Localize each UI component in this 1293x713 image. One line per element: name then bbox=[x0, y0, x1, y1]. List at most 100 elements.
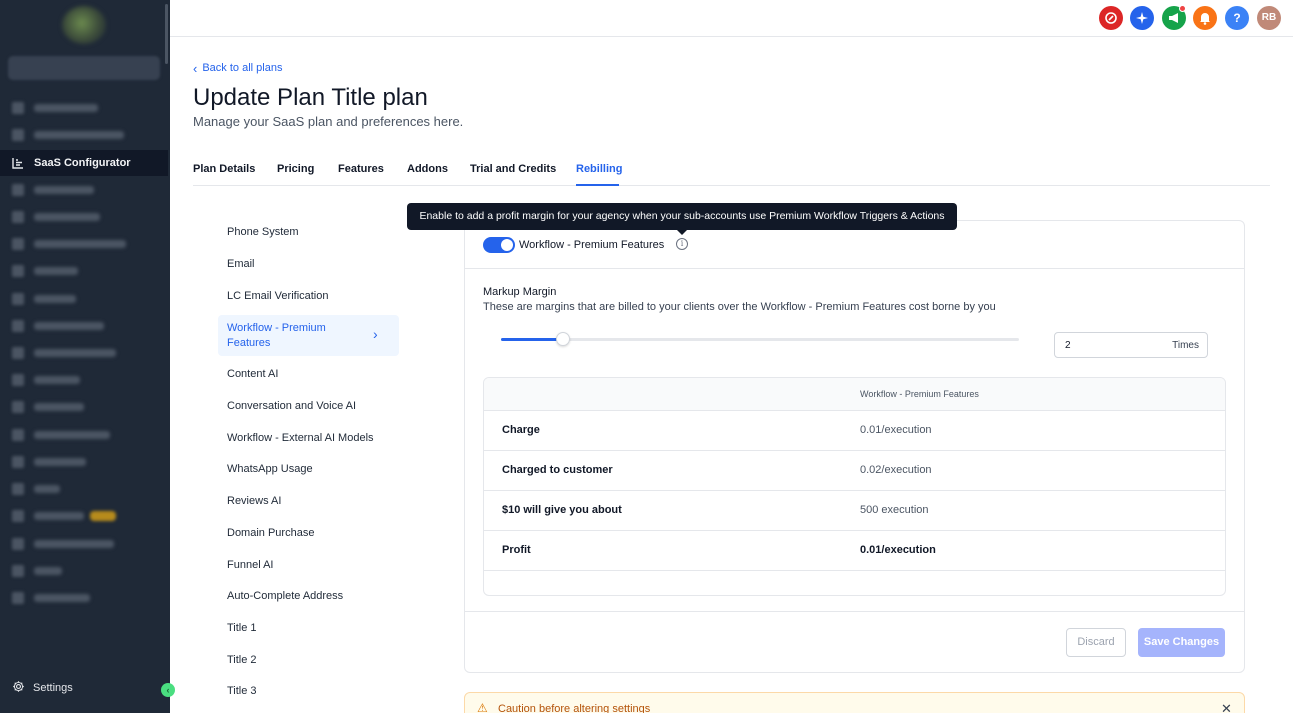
discard-button[interactable]: Discard bbox=[1066, 628, 1126, 657]
chevron-right-icon: › bbox=[373, 326, 378, 342]
feature-item-workflow-external-ai[interactable]: Workflow - External AI Models bbox=[227, 432, 374, 444]
blurred-icon bbox=[12, 401, 24, 413]
sidebar: SaaS Configurator Settings ‹ bbox=[0, 0, 175, 713]
user-avatar[interactable]: RB bbox=[1257, 6, 1281, 30]
column-header: Workflow - Premium Features bbox=[860, 389, 979, 399]
row-value: 500 execution bbox=[860, 504, 929, 516]
sidebar-item[interactable] bbox=[0, 449, 168, 475]
bar-chart-icon bbox=[12, 157, 24, 169]
active-tab-indicator bbox=[576, 184, 619, 186]
tab-pricing[interactable]: Pricing bbox=[277, 163, 314, 175]
premium-features-toggle[interactable] bbox=[483, 237, 515, 253]
feature-item-whatsapp-usage[interactable]: WhatsApp Usage bbox=[227, 463, 313, 475]
sidebar-item-settings[interactable]: Settings bbox=[12, 680, 73, 696]
blurred-icon bbox=[12, 429, 24, 441]
feature-item-workflow-premium[interactable]: Workflow - Premium Features › bbox=[218, 315, 399, 356]
markup-slider[interactable] bbox=[501, 332, 1019, 346]
sidebar-item[interactable] bbox=[0, 313, 168, 339]
save-changes-button[interactable]: Save Changes bbox=[1138, 628, 1225, 657]
table-row: Charge 0.01/execution bbox=[484, 411, 1225, 451]
tab-features[interactable]: Features bbox=[338, 163, 384, 175]
notification-dot bbox=[1179, 5, 1186, 12]
sidebar-item[interactable] bbox=[0, 422, 168, 448]
feature-item-title-1[interactable]: Title 1 bbox=[227, 622, 257, 634]
topbar: ? RB bbox=[170, 0, 1293, 37]
sidebar-item[interactable] bbox=[0, 558, 168, 584]
slider-thumb[interactable] bbox=[556, 332, 570, 346]
sidebar-item-label: SaaS Configurator bbox=[34, 157, 131, 169]
blurred-label bbox=[34, 213, 100, 221]
blurred-label bbox=[34, 349, 116, 357]
blurred-icon bbox=[12, 374, 24, 386]
info-icon[interactable]: i bbox=[676, 238, 688, 250]
info-tooltip: Enable to add a profit margin for your a… bbox=[407, 203, 957, 230]
plan-tabs: Plan Details Pricing Features Addons Tri… bbox=[193, 158, 1270, 186]
row-key: Charge bbox=[502, 424, 540, 436]
card-footer-divider bbox=[465, 611, 1244, 612]
blurred-icon bbox=[12, 510, 24, 522]
sidebar-item[interactable] bbox=[0, 585, 168, 611]
sidebar-item[interactable] bbox=[0, 476, 168, 502]
sidebar-item[interactable] bbox=[0, 177, 168, 203]
feature-item-email[interactable]: Email bbox=[227, 258, 255, 270]
markup-times-input[interactable]: 2 Times bbox=[1054, 332, 1208, 358]
blurred-icon bbox=[12, 238, 24, 250]
page-subtitle: Manage your SaaS plan and preferences he… bbox=[193, 114, 464, 129]
gear-icon bbox=[12, 680, 25, 696]
sidebar-item[interactable] bbox=[0, 340, 168, 366]
quick-action-icon[interactable] bbox=[1099, 6, 1123, 30]
sidebar-item[interactable] bbox=[0, 367, 168, 393]
blurred-label bbox=[34, 431, 110, 439]
row-value: 0.02/execution bbox=[860, 464, 932, 476]
pricing-table: Workflow - Premium Features Charge 0.01/… bbox=[483, 377, 1226, 596]
blurred-icon bbox=[12, 538, 24, 550]
blurred-icon bbox=[12, 320, 24, 332]
feature-item-phone-system[interactable]: Phone System bbox=[227, 226, 299, 238]
tab-rebilling[interactable]: Rebilling bbox=[576, 163, 622, 175]
feature-item-lc-email-verification[interactable]: LC Email Verification bbox=[227, 290, 329, 302]
table-header: Workflow - Premium Features bbox=[484, 378, 1225, 411]
row-key: $10 will give you about bbox=[502, 504, 622, 516]
bell-icon[interactable] bbox=[1193, 6, 1217, 30]
feature-item-reviews-ai[interactable]: Reviews AI bbox=[227, 495, 281, 507]
feature-item-label: Workflow - Premium Features bbox=[227, 322, 326, 349]
account-switcher[interactable] bbox=[8, 56, 160, 80]
tab-addons[interactable]: Addons bbox=[407, 163, 448, 175]
feature-item-content-ai[interactable]: Content AI bbox=[227, 368, 278, 380]
blurred-icon bbox=[12, 565, 24, 577]
sidebar-item[interactable] bbox=[0, 394, 168, 420]
collapse-sidebar-icon[interactable]: ‹ bbox=[161, 683, 175, 697]
toggle-label: Workflow - Premium Features bbox=[519, 239, 665, 251]
sidebar-item[interactable] bbox=[0, 95, 168, 121]
sidebar-scrollbar[interactable] bbox=[165, 4, 168, 64]
blurred-label bbox=[34, 267, 78, 275]
sidebar-item[interactable] bbox=[0, 286, 168, 312]
feature-settings-card: Workflow - Premium Features i Markup Mar… bbox=[464, 220, 1245, 673]
row-key: Charged to customer bbox=[502, 464, 613, 476]
tab-trial-and-credits[interactable]: Trial and Credits bbox=[470, 163, 556, 175]
sidebar-item[interactable] bbox=[0, 231, 168, 257]
back-to-plans-link[interactable]: ‹ Back to all plans bbox=[193, 62, 282, 75]
feature-item-title-3[interactable]: Title 3 bbox=[227, 685, 257, 697]
feature-item-title-2[interactable]: Title 2 bbox=[227, 654, 257, 666]
feature-item-conversation-voice-ai[interactable]: Conversation and Voice AI bbox=[227, 400, 356, 412]
sidebar-item[interactable] bbox=[0, 503, 168, 529]
megaphone-icon[interactable] bbox=[1162, 5, 1186, 30]
page-title: Update Plan Title plan bbox=[193, 84, 428, 111]
sidebar-item[interactable] bbox=[0, 531, 168, 557]
caution-banner: ⚠ Caution before altering settings ✕ bbox=[464, 692, 1245, 713]
tab-plan-details[interactable]: Plan Details bbox=[193, 163, 255, 175]
feature-item-funnel-ai[interactable]: Funnel AI bbox=[227, 559, 273, 571]
ai-sparkle-icon[interactable] bbox=[1130, 6, 1154, 30]
help-icon[interactable]: ? bbox=[1225, 6, 1249, 30]
feature-item-domain-purchase[interactable]: Domain Purchase bbox=[227, 527, 314, 539]
agency-logo[interactable] bbox=[62, 6, 106, 44]
sidebar-item[interactable] bbox=[0, 204, 168, 230]
blurred-label bbox=[34, 186, 94, 194]
blurred-icon bbox=[12, 102, 24, 114]
sidebar-item[interactable] bbox=[0, 122, 168, 148]
sidebar-item-saas-configurator[interactable]: SaaS Configurator bbox=[0, 150, 168, 176]
sidebar-item[interactable] bbox=[0, 258, 168, 284]
feature-item-auto-complete-address[interactable]: Auto-Complete Address bbox=[227, 590, 343, 602]
close-icon[interactable]: ✕ bbox=[1221, 702, 1232, 713]
